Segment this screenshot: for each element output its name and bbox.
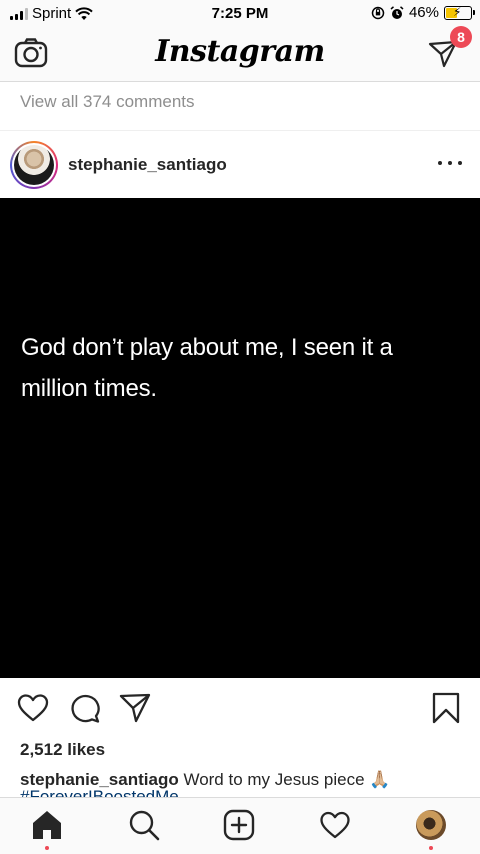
more-options-button[interactable] <box>438 153 462 173</box>
caption-text: Word to my Jesus piece 🙏🏼 <box>183 770 391 789</box>
bookmark-icon <box>432 692 460 724</box>
activity-icon <box>320 811 350 839</box>
bottom-tab-bar <box>0 797 480 854</box>
caption-username[interactable]: stephanie_santiago <box>20 770 179 789</box>
save-button[interactable] <box>430 692 462 724</box>
tab-home[interactable] <box>30 808 64 850</box>
comment-icon <box>71 694 100 723</box>
view-all-comments-link[interactable]: View all 374 comments <box>20 92 195 112</box>
like-button[interactable] <box>17 692 49 724</box>
more-dot-icon <box>458 161 462 165</box>
search-icon <box>129 810 160 841</box>
post-image-text: God don’t play about me, I seen it a mil… <box>21 334 393 402</box>
direct-badge: 8 <box>450 26 472 48</box>
home-icon <box>33 811 61 839</box>
battery-percent: 46% <box>408 4 439 21</box>
post-header: stephanie_santiago <box>0 130 480 198</box>
top-nav-bar: Instagram 8 <box>0 26 480 82</box>
share-button[interactable] <box>119 692 151 724</box>
profile-avatar <box>416 810 446 840</box>
comment-button[interactable] <box>69 692 101 724</box>
post-image[interactable]: God don’t play about me, I seen it a mil… <box>0 198 480 678</box>
more-dot-icon <box>438 161 442 165</box>
profile-notification-dot <box>429 846 433 850</box>
share-icon <box>119 693 151 723</box>
new-post-icon <box>223 809 255 841</box>
status-right: 46% ⚡ <box>371 4 475 21</box>
status-bar: Sprint 7:25 PM 46% ⚡ <box>0 0 480 28</box>
post-caption: stephanie_santiago Word to my Jesus piec… <box>20 770 390 790</box>
camera-icon <box>14 38 48 68</box>
tab-profile[interactable] <box>414 808 448 850</box>
orientation-lock-icon <box>371 6 385 19</box>
post-actions <box>0 692 480 728</box>
post-username[interactable]: stephanie_santiago <box>68 155 227 175</box>
battery-icon: ⚡ <box>444 5 475 20</box>
home-active-dot <box>45 846 49 850</box>
instagram-logo: Instagram <box>155 34 325 69</box>
avatar[interactable] <box>10 141 58 189</box>
camera-button[interactable] <box>14 38 48 68</box>
tab-activity[interactable] <box>318 808 352 842</box>
tab-search[interactable] <box>127 808 161 842</box>
heart-icon <box>17 694 49 722</box>
like-count[interactable]: 2,512 likes <box>20 740 105 760</box>
alarm-icon <box>390 5 404 19</box>
tab-new-post[interactable] <box>222 808 256 842</box>
more-dot-icon <box>448 161 452 165</box>
